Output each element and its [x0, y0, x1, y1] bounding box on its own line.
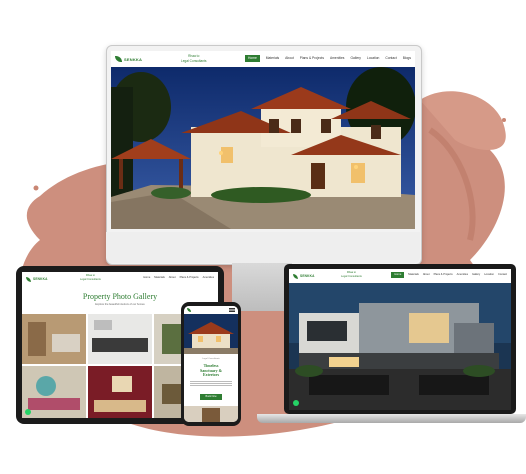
laptop-nav-tagline: Rhaa to Legal Consultants [341, 271, 362, 279]
logo-text: SENKKA [33, 277, 48, 281]
nav-materials[interactable]: Materials [408, 273, 419, 278]
nav-plans[interactable]: Plans & Projects [434, 273, 453, 278]
nav-about[interactable]: About [169, 276, 176, 279]
nav-home[interactable]: Home [244, 54, 260, 62]
nav-amenities[interactable]: Amenities [203, 276, 214, 279]
phone-hero-image [184, 314, 238, 354]
logo-leaf-icon [26, 276, 31, 282]
nav-home[interactable]: Home [391, 271, 405, 278]
logo-leaf-icon [293, 273, 298, 279]
desktop-monitor-chin [106, 232, 420, 263]
desktop-monitor-stand [232, 263, 292, 311]
desktop-navbar: SENKKA Rhaa to Legal Consultants Home Ma… [111, 51, 415, 67]
book-now-button[interactable]: Book Now [200, 394, 222, 400]
tablet-nav-tagline: Rhaa to Legal Consultants [80, 274, 101, 282]
nav-blogs[interactable]: Blogs [403, 56, 411, 62]
logo-leaf-icon [187, 308, 191, 312]
phone-screen: Legal Consultants Timeless Sanctuary & E… [184, 306, 238, 422]
laptop-hero-modern-house-image [289, 283, 511, 410]
nav-contact[interactable]: Contact [385, 56, 396, 62]
laptop-nav-links: Home Materials About Plans & Projects Am… [391, 271, 507, 278]
nav-materials[interactable]: Materials [154, 276, 165, 279]
whatsapp-icon[interactable] [293, 400, 299, 406]
nav-home[interactable]: Home [143, 276, 150, 279]
nav-amenities[interactable]: Amenities [330, 56, 344, 62]
logo-leaf-icon [115, 56, 122, 62]
logo-text: SENKKA [300, 274, 315, 278]
nav-about[interactable]: About [423, 273, 430, 278]
tagline-line2: Legal Consultants [80, 278, 101, 281]
tagline-line2: Legal Consultants [341, 275, 362, 278]
phone-body-text [190, 380, 232, 388]
desktop-nav-tagline: Rhaa to Legal Consultants [181, 54, 207, 64]
nav-contact[interactable]: Contact [498, 273, 507, 278]
gallery-title: Property Photo Gallery [82, 292, 158, 301]
nav-amenities[interactable]: Amenities [457, 273, 468, 278]
nav-plans[interactable]: Plans & Projects [300, 56, 324, 62]
nav-about[interactable]: About [285, 56, 294, 62]
logo-text: SENKKA [124, 56, 143, 62]
heading-line3: Exteriors [203, 372, 219, 378]
tablet-nav-links: Home Materials About Plans & Projects Am… [143, 276, 214, 279]
hamburger-menu-icon[interactable] [229, 308, 235, 309]
whatsapp-icon[interactable] [25, 409, 31, 415]
nav-plans[interactable]: Plans & Projects [180, 276, 199, 279]
desktop-nav-links: Home Materials About Plans & Projects Am… [244, 54, 411, 62]
phone-heading: Timeless Sanctuary & Exteriors [184, 363, 238, 378]
nav-location[interactable]: Location [367, 56, 379, 62]
tagline-text: Legal Consultants [202, 358, 220, 360]
phone-footer-image [184, 406, 238, 422]
nav-gallery[interactable]: Gallery [472, 273, 480, 278]
laptop-screen: SENKKA Rhaa to Legal Consultants Home Ma… [289, 269, 511, 410]
desktop-logo[interactable]: SENKKA [115, 56, 142, 62]
desktop-screen: SENKKA Rhaa to Legal Consultants Home Ma… [111, 51, 415, 229]
laptop-base [257, 414, 526, 423]
tablet-logo[interactable]: SENKKA [26, 276, 48, 282]
laptop-navbar: SENKKA Rhaa to Legal Consultants Home Ma… [289, 269, 511, 283]
tagline-line2: Legal Consultants [181, 59, 207, 63]
nav-location[interactable]: Location [484, 273, 494, 278]
tablet-navbar: SENKKA Rhaa to Legal Consultants Home Ma… [22, 272, 218, 286]
nav-materials[interactable]: Materials [266, 56, 279, 62]
desktop-hero-house-image [111, 67, 415, 229]
laptop-logo[interactable]: SENKKA [293, 273, 315, 279]
nav-gallery[interactable]: Gallery [350, 56, 360, 62]
phone-navbar [184, 306, 238, 314]
phone-small-tagline: Legal Consultants [184, 358, 238, 360]
